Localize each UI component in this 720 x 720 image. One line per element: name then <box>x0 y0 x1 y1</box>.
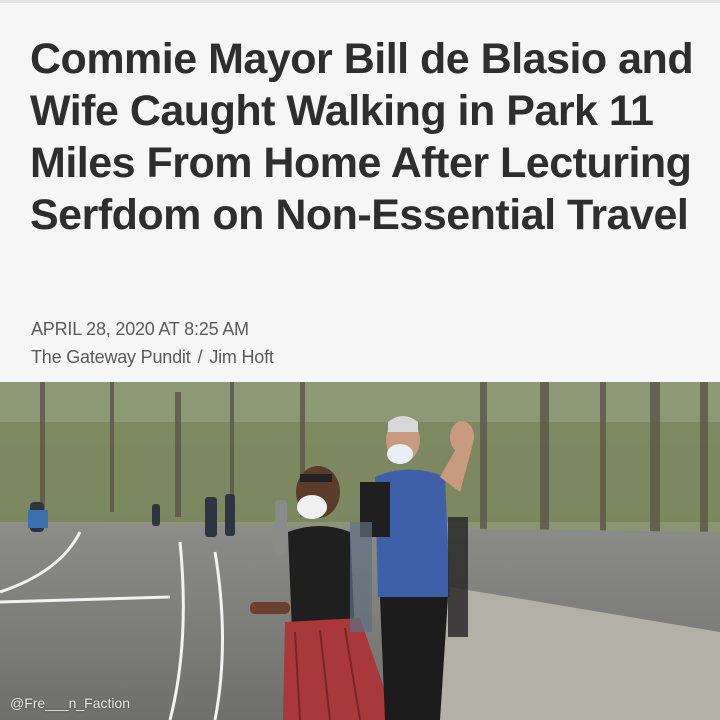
byline-separator: / <box>197 347 203 367</box>
publish-date: APRIL 28, 2020 AT 8:25 AM <box>31 319 249 339</box>
article-header: Commie Mayor Bill de Blasio and Wife Cau… <box>0 3 720 382</box>
author-link[interactable]: Jim Hoft <box>209 347 274 367</box>
source-link[interactable]: The Gateway Pundit <box>31 347 191 367</box>
article-headline[interactable]: Commie Mayor Bill de Blasio and Wife Cau… <box>30 33 700 241</box>
article-photo[interactable]: @Fre___n_Faction <box>0 382 720 720</box>
photo-watermark: @Fre___n_Faction <box>10 695 131 711</box>
byline: The Gateway Pundit / Jim Hoft <box>31 347 274 368</box>
park-scene-image <box>0 382 720 720</box>
